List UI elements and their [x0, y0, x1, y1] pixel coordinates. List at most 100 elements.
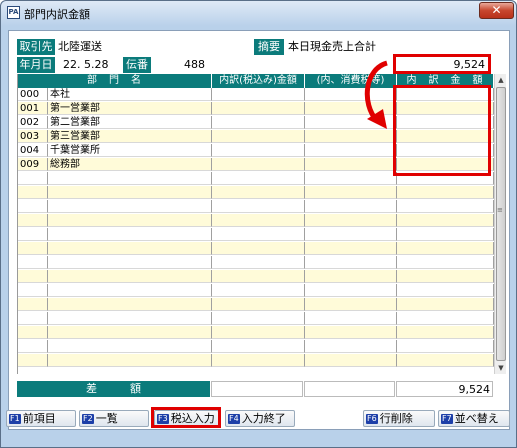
empty-cell[interactable] — [212, 186, 305, 199]
table-row[interactable] — [18, 256, 494, 269]
empty-cell[interactable] — [397, 326, 494, 339]
empty-cell[interactable] — [397, 186, 494, 199]
table-row[interactable] — [18, 326, 494, 339]
empty-cell[interactable] — [305, 172, 397, 185]
empty-cell[interactable] — [48, 256, 212, 269]
row-amount-cell[interactable] — [305, 158, 397, 171]
empty-cell[interactable] — [397, 284, 494, 297]
row-amount-cell[interactable] — [305, 144, 397, 157]
table-row[interactable] — [18, 312, 494, 325]
fkey-f2-button[interactable]: F2 一覧 — [79, 410, 149, 427]
empty-cell[interactable] — [18, 298, 48, 311]
empty-cell[interactable] — [212, 200, 305, 213]
table-row[interactable] — [18, 284, 494, 297]
empty-cell[interactable] — [18, 326, 48, 339]
empty-cell[interactable] — [397, 312, 494, 325]
empty-cell[interactable] — [48, 326, 212, 339]
fkey-f6-button[interactable]: F6 行削除 — [363, 410, 435, 427]
empty-cell[interactable] — [212, 270, 305, 283]
empty-cell[interactable] — [305, 312, 397, 325]
empty-cell[interactable] — [18, 270, 48, 283]
empty-cell[interactable] — [18, 312, 48, 325]
row-amount-cell[interactable] — [212, 116, 305, 129]
row-code[interactable]: 003 — [18, 130, 48, 143]
empty-cell[interactable] — [397, 298, 494, 311]
vertical-scrollbar[interactable]: ▲ ≡ ▼ — [494, 74, 506, 374]
empty-cell[interactable] — [18, 354, 48, 367]
empty-cell[interactable] — [397, 354, 494, 367]
row-name[interactable]: 千葉営業所 — [48, 144, 212, 157]
table-row[interactable] — [18, 214, 494, 227]
table-row[interactable] — [18, 354, 494, 367]
row-code[interactable]: 000 — [18, 88, 48, 101]
empty-cell[interactable] — [397, 200, 494, 213]
date-value[interactable]: 22. 5.28 — [63, 57, 123, 73]
empty-cell[interactable] — [305, 326, 397, 339]
empty-cell[interactable] — [212, 172, 305, 185]
close-button[interactable]: ✕ — [479, 2, 514, 19]
table-row[interactable] — [18, 270, 494, 283]
empty-cell[interactable] — [212, 340, 305, 353]
empty-cell[interactable] — [397, 270, 494, 283]
empty-cell[interactable] — [212, 354, 305, 367]
row-code[interactable]: 009 — [18, 158, 48, 171]
empty-cell[interactable] — [18, 284, 48, 297]
empty-cell[interactable] — [212, 312, 305, 325]
row-code[interactable]: 004 — [18, 144, 48, 157]
empty-cell[interactable] — [397, 340, 494, 353]
fkey-f1-button[interactable]: F1 前項目 — [6, 410, 76, 427]
row-code[interactable]: 002 — [18, 116, 48, 129]
row-name[interactable]: 第二営業部 — [48, 116, 212, 129]
empty-cell[interactable] — [397, 256, 494, 269]
empty-cell[interactable] — [212, 214, 305, 227]
empty-cell[interactable] — [48, 270, 212, 283]
empty-cell[interactable] — [305, 270, 397, 283]
empty-cell[interactable] — [212, 298, 305, 311]
row-name[interactable]: 総務部 — [48, 158, 212, 171]
empty-cell[interactable] — [48, 298, 212, 311]
empty-cell[interactable] — [305, 284, 397, 297]
empty-cell[interactable] — [305, 214, 397, 227]
row-amount-cell[interactable] — [212, 130, 305, 143]
empty-cell[interactable] — [18, 228, 48, 241]
empty-cell[interactable] — [48, 354, 212, 367]
empty-cell[interactable] — [305, 340, 397, 353]
empty-cell[interactable] — [48, 340, 212, 353]
empty-cell[interactable] — [18, 340, 48, 353]
row-amount-cell[interactable] — [212, 88, 305, 101]
empty-cell[interactable] — [305, 298, 397, 311]
empty-cell[interactable] — [397, 228, 494, 241]
fkey-f4-button[interactable]: F4 入力終了 — [225, 410, 295, 427]
empty-cell[interactable] — [48, 312, 212, 325]
table-row[interactable] — [18, 242, 494, 255]
row-amount-cell[interactable] — [212, 158, 305, 171]
empty-cell[interactable] — [48, 186, 212, 199]
empty-cell[interactable] — [305, 354, 397, 367]
empty-cell[interactable] — [48, 172, 212, 185]
empty-cell[interactable] — [397, 214, 494, 227]
torihikisaki-value[interactable]: 北陸運送 — [58, 39, 248, 55]
empty-cell[interactable] — [48, 200, 212, 213]
empty-cell[interactable] — [212, 284, 305, 297]
row-name[interactable]: 第一営業部 — [48, 102, 212, 115]
scroll-up-icon[interactable]: ▲ — [495, 74, 507, 86]
empty-cell[interactable] — [48, 242, 212, 255]
empty-cell[interactable] — [305, 256, 397, 269]
scroll-down-icon[interactable]: ▼ — [495, 362, 507, 374]
empty-cell[interactable] — [18, 242, 48, 255]
empty-cell[interactable] — [212, 256, 305, 269]
empty-cell[interactable] — [18, 214, 48, 227]
table-row[interactable] — [18, 228, 494, 241]
denban-value[interactable]: 488 — [155, 57, 205, 73]
empty-cell[interactable] — [48, 228, 212, 241]
empty-cell[interactable] — [305, 228, 397, 241]
empty-cell[interactable] — [305, 242, 397, 255]
empty-cell[interactable] — [18, 186, 48, 199]
empty-cell[interactable] — [212, 228, 305, 241]
table-row[interactable] — [18, 298, 494, 311]
empty-cell[interactable] — [18, 200, 48, 213]
empty-cell[interactable] — [48, 214, 212, 227]
table-row[interactable] — [18, 200, 494, 213]
tekiyo-value[interactable]: 本日現金売上合計 — [288, 39, 488, 55]
row-amount-cell[interactable] — [212, 144, 305, 157]
